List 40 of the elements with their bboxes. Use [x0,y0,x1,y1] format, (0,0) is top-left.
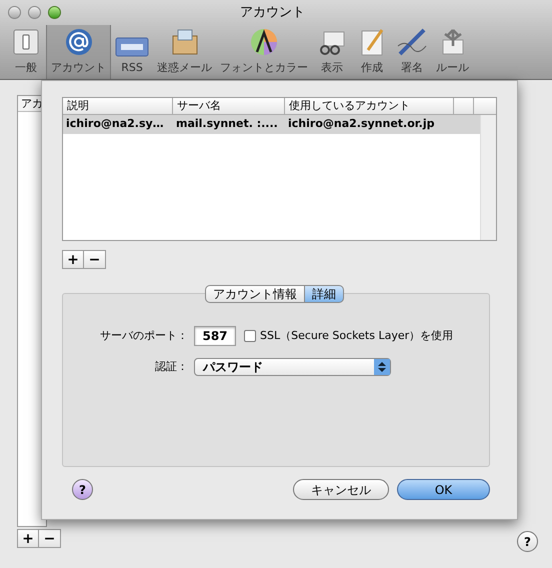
zoom-button[interactable] [48,6,61,19]
help-button[interactable]: ? [72,479,93,500]
toolbar-item[interactable]: ルール [432,25,473,79]
segment-tab[interactable]: アカウント情報 [205,285,305,303]
table-row[interactable]: ichiro@na2.sy… mail.synnet. :.... ichiro@na2.synnet.or.jp [63,115,480,134]
minimize-button[interactable] [28,6,41,19]
auth-dropdown[interactable]: パスワード [194,358,391,376]
add-button[interactable]: + [17,529,39,548]
column-header[interactable]: サーバ名 [173,98,285,114]
help-button[interactable]: ? [517,531,538,552]
toolbar-item[interactable]: 一般 [6,25,46,79]
ssl-checkbox[interactable] [244,330,256,342]
rss-icon [115,36,149,58]
window-title: アカウント [240,4,305,22]
toolbar-item[interactable]: 迷惑メール [153,25,216,79]
auth-label: 認証： [154,358,188,375]
close-button[interactable] [8,6,21,19]
column-header[interactable]: 説明 [63,98,173,114]
column-header: アカ [21,97,43,110]
updown-arrows-icon [374,359,390,375]
table-cell-text: ichiro@na2.sy… [65,116,165,132]
table-cell-text: ichiro@na2.synnet.or.jp [287,116,436,132]
segment-tab[interactable]: 詳細 [305,285,344,303]
port-label: サーバのポート： [99,328,188,344]
column-header[interactable]: 使用しているアカウント [285,98,454,114]
toolbar-item[interactable]: RSS [111,25,153,79]
toolbar-item[interactable]: 署名 [392,25,432,79]
pen-icon [396,26,428,58]
toolbar-item[interactable]: 表示 [312,25,352,79]
add-button[interactable]: + [62,250,84,269]
toolbar-item[interactable]: フォントとカラー [216,25,312,79]
remove-button[interactable]: − [84,250,106,269]
toolbar-item[interactable]: 作成 [352,25,392,79]
table-cell-text: mail.synnet. :.... [175,116,279,132]
ok-button[interactable]: OK [397,479,490,500]
port-field[interactable]: 587 [194,326,236,346]
toolbar-item[interactable]: アカウント [46,25,111,79]
remove-button[interactable]: − [39,529,61,548]
cancel-button[interactable]: キャンセル [293,479,389,500]
ssl-label: SSL（Secure Sockets Layer）を使用 [260,328,454,344]
